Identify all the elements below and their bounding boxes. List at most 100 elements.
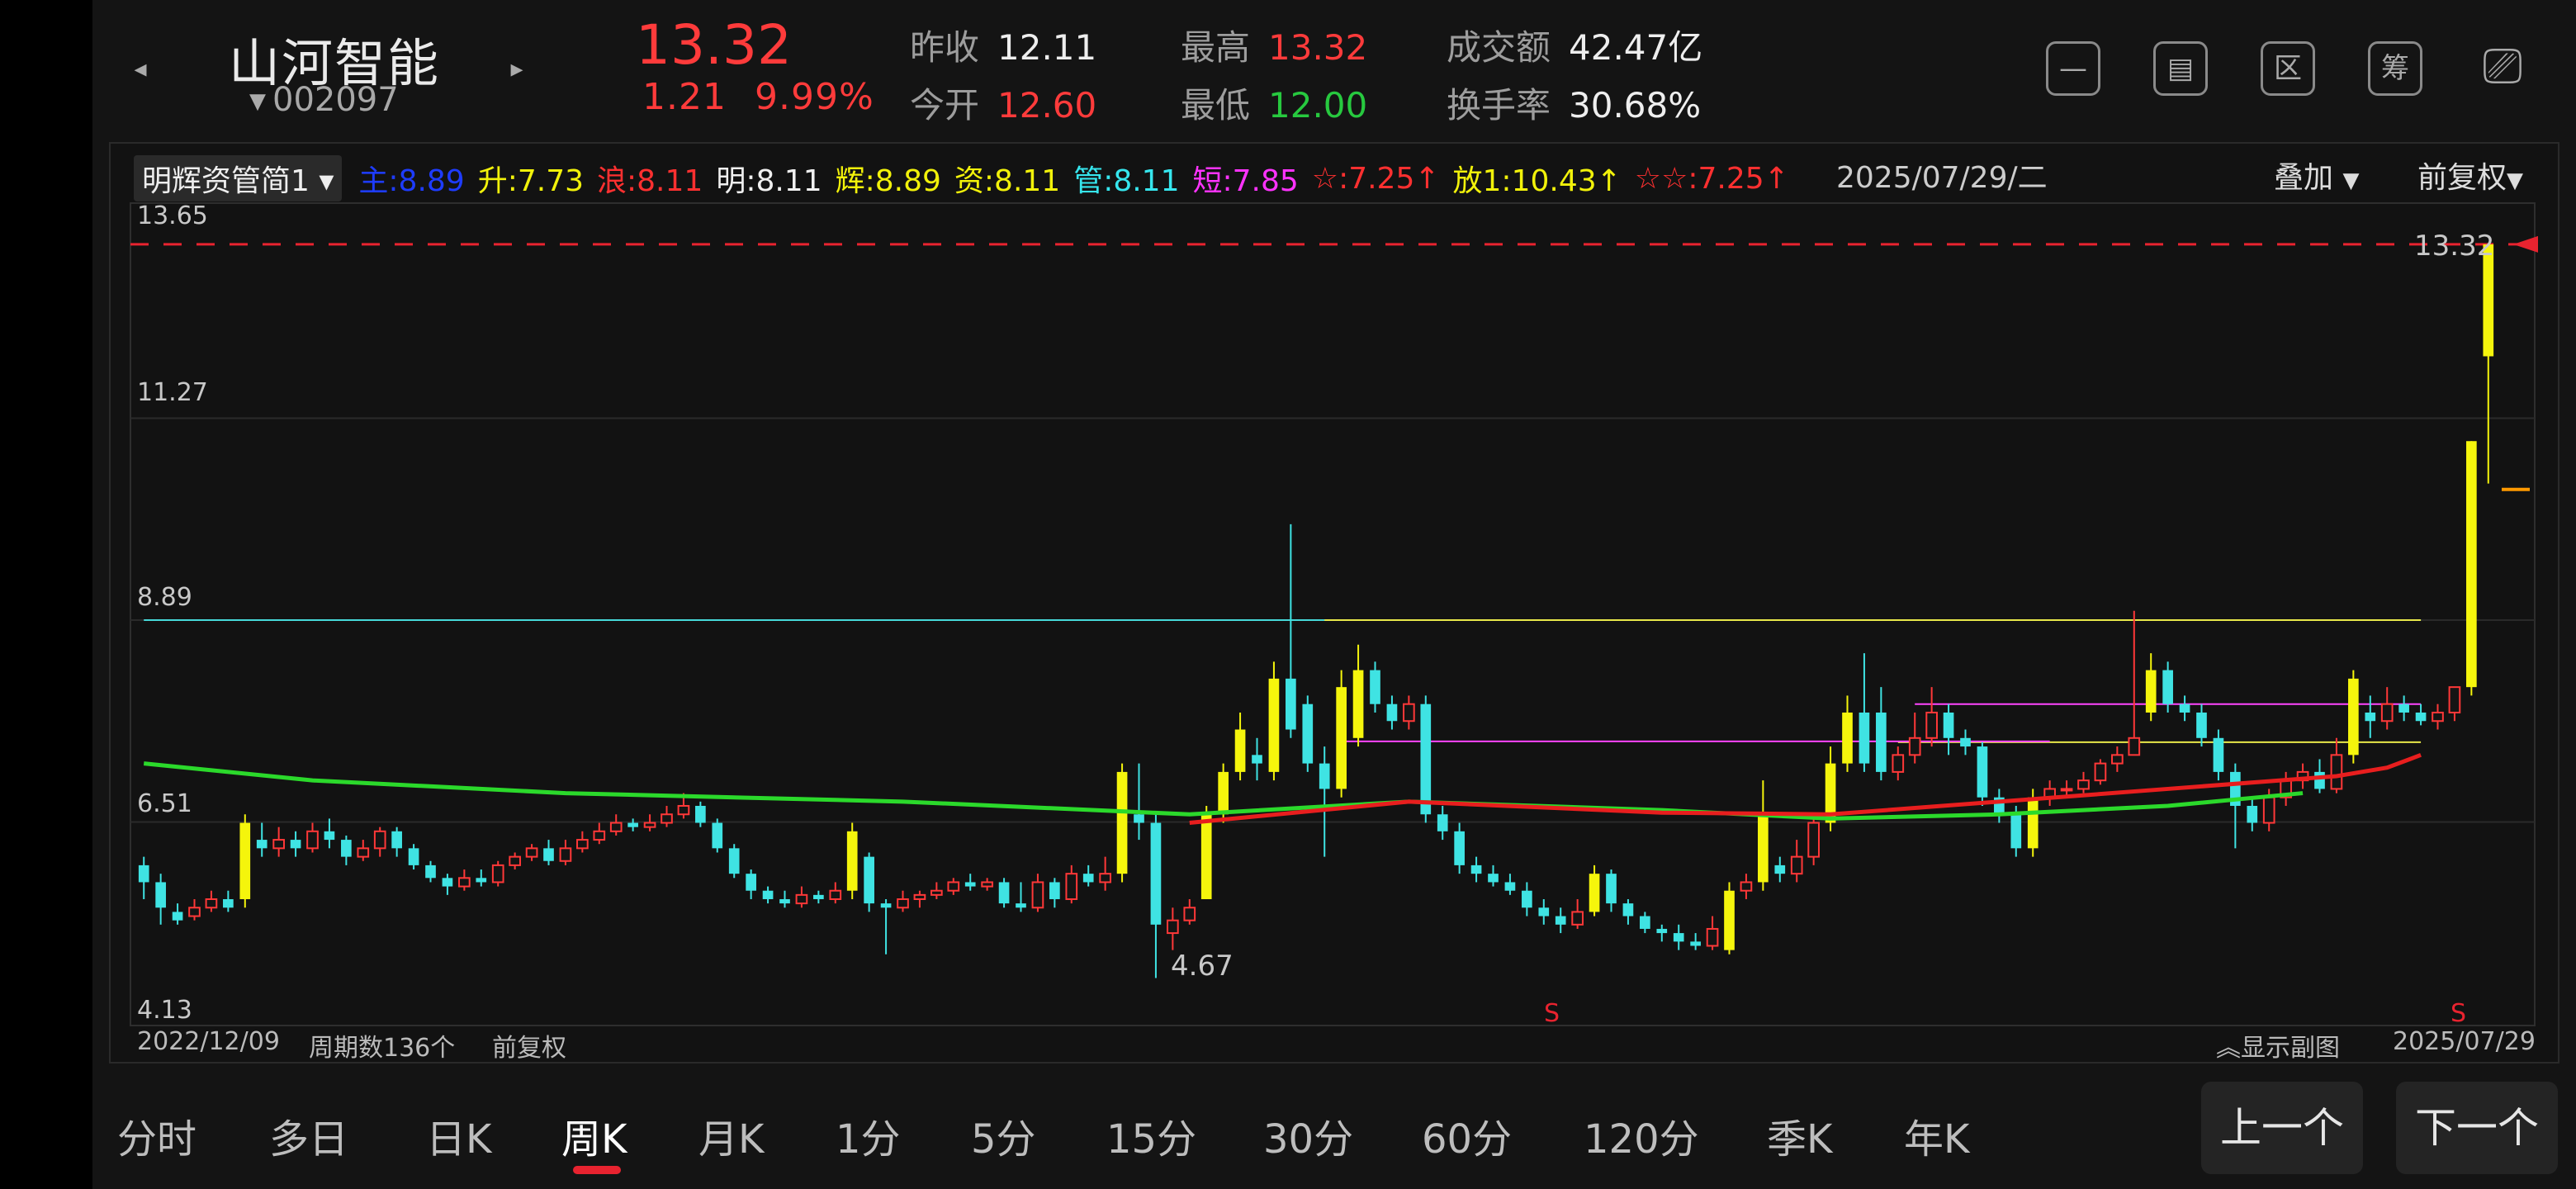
low-price-mark: 4.67 <box>1171 950 1234 983</box>
candle-body <box>223 898 234 908</box>
candle-body <box>1876 712 1887 772</box>
end-date: 2025/07/29 <box>2393 1027 2536 1056</box>
candle-body <box>155 882 166 908</box>
candle-body <box>1943 712 1954 738</box>
candle-body <box>1656 928 1668 934</box>
candle-body <box>1571 911 1584 926</box>
candle-body <box>1420 703 1432 815</box>
tab-5min[interactable]: 5分 <box>971 1106 1036 1164</box>
candle-body <box>1842 712 1853 764</box>
tab-month-k[interactable]: 月K <box>698 1106 764 1164</box>
tab-120min[interactable]: 120分 <box>1584 1106 1699 1164</box>
candle-body <box>272 839 285 850</box>
candle-body <box>930 889 943 896</box>
candle-body <box>341 840 352 857</box>
candle-body <box>1504 882 1516 891</box>
candle-body <box>1116 771 1128 874</box>
tab-day-k[interactable]: 日K <box>426 1106 491 1164</box>
show-subchart-toggle[interactable]: ︽显示副图 <box>2216 1027 2340 1063</box>
tab-week-k[interactable]: 周K <box>561 1106 627 1164</box>
candle-body <box>846 831 858 891</box>
candle-body <box>290 840 301 849</box>
price-pointer-icon <box>2513 235 2538 253</box>
candle-body <box>2330 754 2343 790</box>
candle-body <box>239 822 251 899</box>
candle-body <box>1268 678 1280 772</box>
chevron-up-icon: ︽ <box>2216 1034 2241 1063</box>
tab-duori[interactable]: 多日 <box>269 1106 348 1164</box>
candle-body <box>2213 737 2224 772</box>
candle-body <box>172 912 183 921</box>
candle-body <box>1774 865 1786 874</box>
candle-body <box>1065 873 1078 900</box>
candle-body <box>391 831 402 849</box>
candle-body <box>1724 890 1735 950</box>
next-button[interactable]: 下一个 <box>2396 1082 2558 1174</box>
candle-body <box>1706 927 1719 947</box>
active-tab-indicator <box>573 1166 621 1174</box>
candle-body <box>559 847 572 862</box>
candle-body <box>256 840 268 849</box>
candle-body <box>2314 771 2325 789</box>
candle-body <box>2077 779 2090 790</box>
candle-body <box>746 874 756 891</box>
candle-body <box>1437 814 1448 831</box>
candle-body <box>813 894 824 899</box>
candle-body <box>2466 441 2477 688</box>
candle-body <box>1183 907 1196 921</box>
candle-body <box>1252 755 1262 764</box>
candle-body <box>2128 737 2141 756</box>
tab-15min[interactable]: 15分 <box>1106 1106 1196 1164</box>
tab-year-k[interactable]: 年K <box>1904 1106 1969 1164</box>
candle-body <box>864 856 874 904</box>
candle-body <box>829 889 842 900</box>
candle-body <box>408 848 419 865</box>
tab-season-k[interactable]: 季K <box>1767 1106 1832 1164</box>
candle-body <box>1218 771 1229 815</box>
candle-body <box>1807 822 1820 858</box>
candle-body <box>1370 670 1380 704</box>
chart-grid <box>130 202 2538 1026</box>
candle-body <box>1522 890 1532 908</box>
candle-body <box>491 864 504 883</box>
tab-30min[interactable]: 30分 <box>1263 1106 1353 1164</box>
y-label-top: 13.65 <box>137 201 208 230</box>
y-label-bottom: 4.13 <box>137 996 192 1025</box>
candle-body <box>1286 678 1296 730</box>
candle-body <box>1892 754 1905 773</box>
candle-body <box>442 878 453 887</box>
candle-body <box>1099 873 1111 883</box>
candle-body <box>897 898 909 909</box>
candle-body <box>1167 919 1179 935</box>
candle-body <box>2448 686 2461 713</box>
candle-body <box>2111 754 2124 765</box>
tab-fenshi[interactable]: 分时 <box>117 1106 197 1164</box>
candle-body <box>1031 881 1044 909</box>
candle-body <box>1589 874 1600 912</box>
tab-60min[interactable]: 60分 <box>1422 1106 1512 1164</box>
indicator-horizontal-lines <box>144 619 2422 743</box>
prev-button[interactable]: 上一个 <box>2201 1082 2363 1174</box>
candle-body <box>306 830 319 850</box>
candle-body <box>1859 712 1870 764</box>
candle-body <box>509 855 521 866</box>
candlesticks <box>138 244 2494 978</box>
candle-body <box>2060 788 2073 792</box>
candle-body <box>1488 874 1499 883</box>
candle-body <box>593 830 606 841</box>
candle-body <box>576 839 589 850</box>
candle-body <box>2348 678 2359 756</box>
y-label-2: 11.27 <box>137 378 208 407</box>
candle-body <box>1082 874 1094 883</box>
candle-body <box>2380 703 2394 722</box>
candle-body <box>2179 703 2190 713</box>
tab-1min[interactable]: 1分 <box>836 1106 901 1164</box>
candle-body <box>661 813 673 824</box>
kline-chart[interactable] <box>92 0 2576 1073</box>
candle-body <box>2432 711 2444 722</box>
candle-body <box>1403 703 1415 722</box>
candle-body <box>1640 916 1650 929</box>
candle-body <box>1977 746 1988 798</box>
left-edge <box>0 0 92 1189</box>
candle-body <box>324 831 335 841</box>
